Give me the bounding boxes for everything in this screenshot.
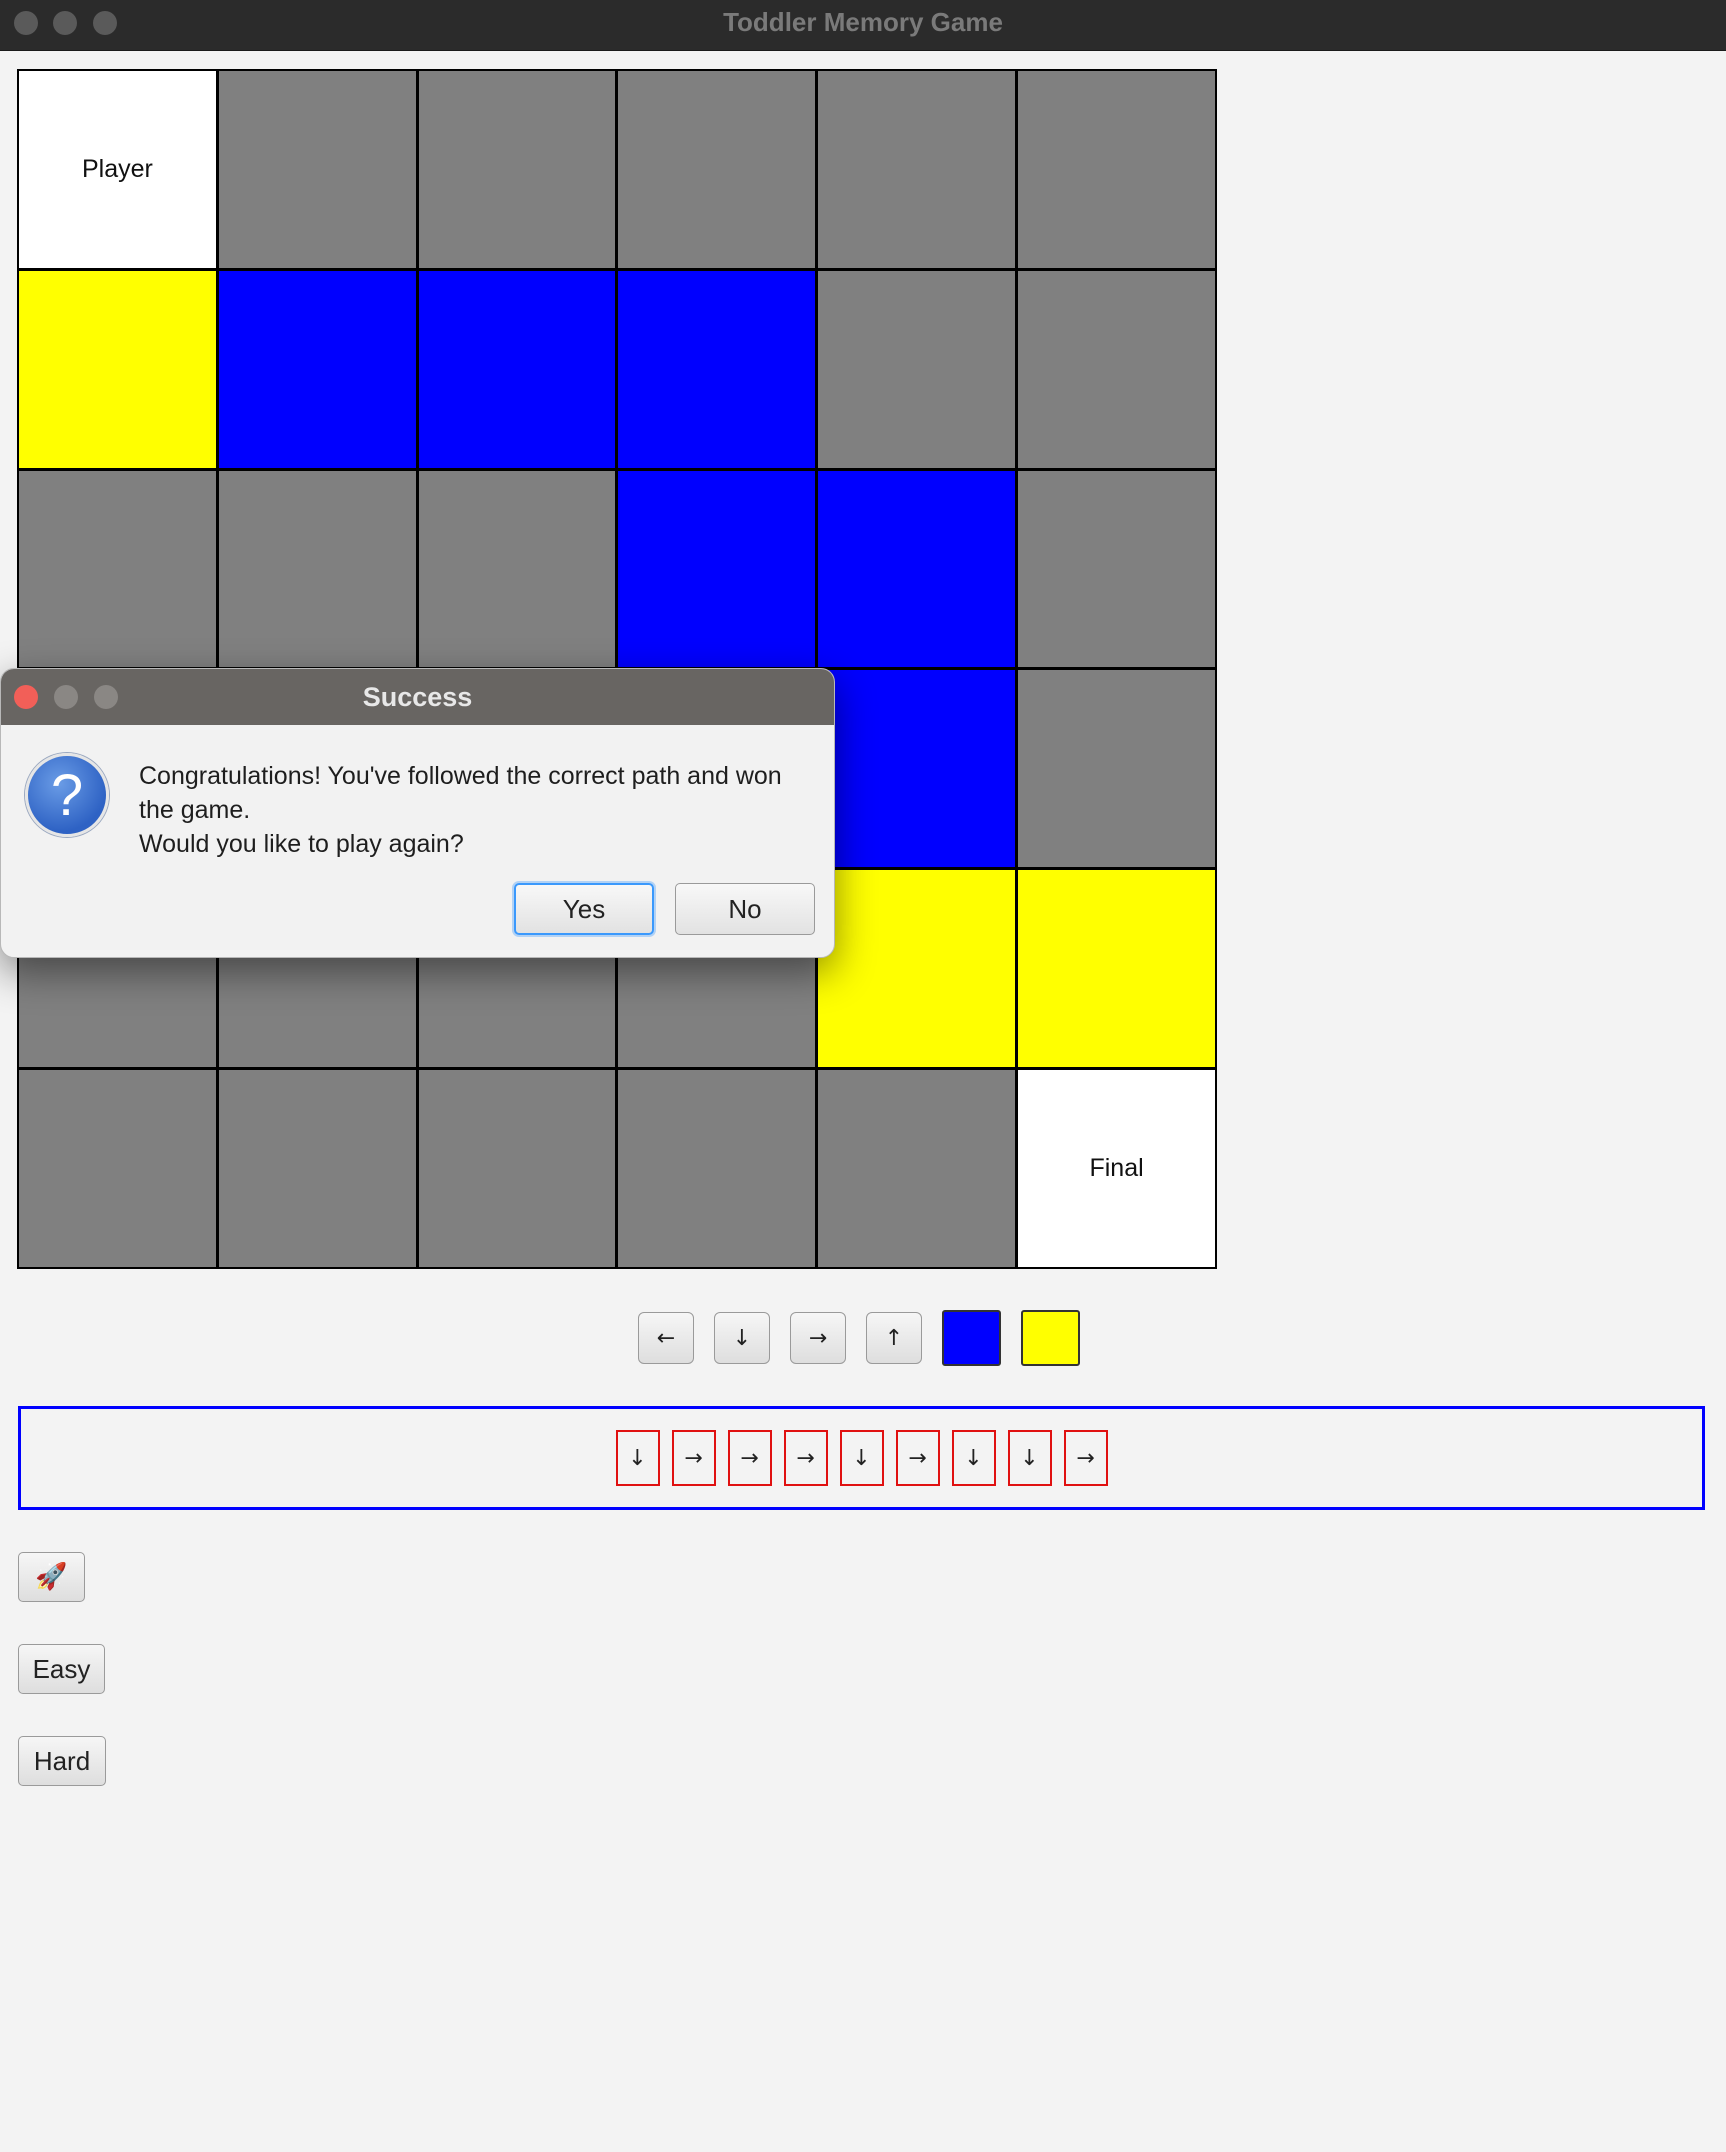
grid-cell [218, 470, 416, 668]
grid-cell [818, 470, 1016, 668]
yes-button[interactable]: Yes [514, 883, 654, 935]
game-window: Toddler Memory Game Player Final ← ↓ → ↑ ↓ → →… [0, 0, 1726, 2152]
sequence-item: → [783, 1430, 828, 1486]
blue-color-button[interactable] [942, 1310, 1001, 1366]
grid-cell [618, 71, 816, 268]
dialog-title: Success [362, 682, 473, 712]
grid-cell [218, 71, 416, 268]
hard-button[interactable]: Hard [18, 1736, 106, 1786]
sequence-item: ↓ [1007, 1430, 1052, 1486]
grid-cell [418, 270, 616, 468]
question-icon-glyph: ? [50, 762, 84, 828]
grid-cell [1018, 71, 1215, 268]
grid-cell [1018, 270, 1215, 468]
grid-cell [1018, 670, 1215, 868]
grid-cell [818, 870, 1016, 1068]
rocket-icon: 🚀 [35, 1562, 68, 1592]
grid-cell [19, 470, 216, 668]
right-arrow-button[interactable]: → [790, 1312, 846, 1364]
dialog-title-bar[interactable]: Success [1, 669, 834, 725]
grid-cell-final: Final [1018, 1070, 1215, 1267]
sequence-item: → [1063, 1430, 1108, 1486]
sequence-item: ↓ [951, 1430, 996, 1486]
rocket-button[interactable]: 🚀 [18, 1552, 85, 1602]
grid-cell [818, 1070, 1016, 1267]
grid-cell [818, 71, 1016, 268]
grid-cell [618, 1070, 816, 1267]
grid-cell [818, 670, 1016, 868]
sequence-item: → [727, 1430, 772, 1486]
down-arrow-button[interactable]: ↓ [714, 1312, 770, 1364]
dialog-message: Congratulations! You've followed the cor… [139, 759, 819, 861]
grid-cell [618, 270, 816, 468]
left-arrow-button[interactable]: ← [638, 1312, 694, 1364]
grid-cell [218, 1070, 416, 1267]
grid-cell-player: Player [19, 71, 216, 268]
grid-cell [1018, 470, 1215, 668]
up-arrow-button[interactable]: ↑ [866, 1312, 922, 1364]
question-icon: ? [25, 753, 109, 837]
sequence-panel: ↓ → → → ↓ → ↓ ↓ → [18, 1406, 1705, 1510]
grid-cell [418, 1070, 616, 1267]
grid-cell [19, 270, 216, 468]
dialog-message-line2: Would you like to play again? [139, 830, 464, 858]
control-bar: ← ↓ → ↑ [638, 1310, 1100, 1366]
yellow-color-button[interactable] [1021, 1310, 1080, 1366]
sequence-item: ↓ [839, 1430, 884, 1486]
sequence-item: → [671, 1430, 716, 1486]
grid-cell [618, 470, 816, 668]
success-dialog: Success ? Congratulations! You've follow… [0, 668, 835, 958]
grid-cell [218, 270, 416, 468]
easy-button[interactable]: Easy [18, 1644, 105, 1694]
grid-cell [418, 71, 616, 268]
sequence-item: ↓ [615, 1430, 660, 1486]
grid-cell [418, 470, 616, 668]
dialog-message-line1: Congratulations! You've followed the cor… [139, 762, 782, 824]
sequence-item: → [895, 1430, 940, 1486]
no-button[interactable]: No [675, 883, 815, 935]
title-bar[interactable]: Toddler Memory Game [0, 0, 1726, 51]
grid-cell [1018, 870, 1215, 1068]
grid-cell [19, 1070, 216, 1267]
grid-cell [818, 270, 1016, 468]
window-title: Toddler Memory Game [723, 7, 1003, 37]
